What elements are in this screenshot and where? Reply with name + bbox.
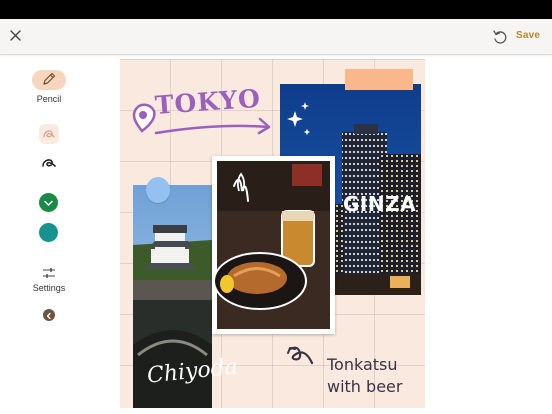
ginza-label: GINZA [343, 192, 417, 216]
squiggle-icon [43, 130, 55, 138]
close-icon [10, 30, 21, 41]
save-button[interactable]: Save [516, 30, 540, 41]
settings-button[interactable] [41, 266, 57, 280]
tonkatsu-photo[interactable] [212, 156, 335, 334]
status-bar [0, 0, 552, 19]
collage-canvas[interactable]: GINZA Chiyoda TOKYO Tonkatsu with beer [120, 59, 425, 408]
top-toolbar: Save [0, 19, 552, 55]
pushpin [146, 177, 170, 203]
curl-arrow-icon [287, 346, 314, 365]
undo-icon [493, 30, 507, 44]
caption-line-2: with beer [327, 377, 403, 396]
pencil-icon [43, 72, 56, 85]
squiggle-icon [42, 159, 56, 167]
washi-tape [345, 69, 413, 90]
undo-button[interactable] [491, 28, 509, 46]
pencil-tool-button[interactable] [32, 70, 66, 90]
color-swatch-green[interactable] [39, 193, 58, 212]
back-arrow-icon [46, 312, 51, 320]
brush-style-light-button[interactable] [39, 124, 59, 144]
pencil-label: Pencil [36, 94, 62, 104]
settings-label: Settings [32, 283, 66, 293]
drawing-toolbar: Pencil Settings [0, 55, 100, 414]
close-button[interactable] [6, 26, 26, 46]
checkmark-icon [44, 200, 53, 206]
brush-style-dark-button[interactable] [41, 155, 57, 171]
tonkatsu-caption: Tonkatsu with beer [327, 354, 402, 398]
sliders-icon [43, 268, 55, 278]
color-swatch-teal[interactable] [39, 223, 58, 242]
back-button[interactable] [43, 309, 55, 321]
caption-line-1: Tonkatsu [327, 355, 398, 374]
tonkatsu-image [213, 161, 330, 329]
